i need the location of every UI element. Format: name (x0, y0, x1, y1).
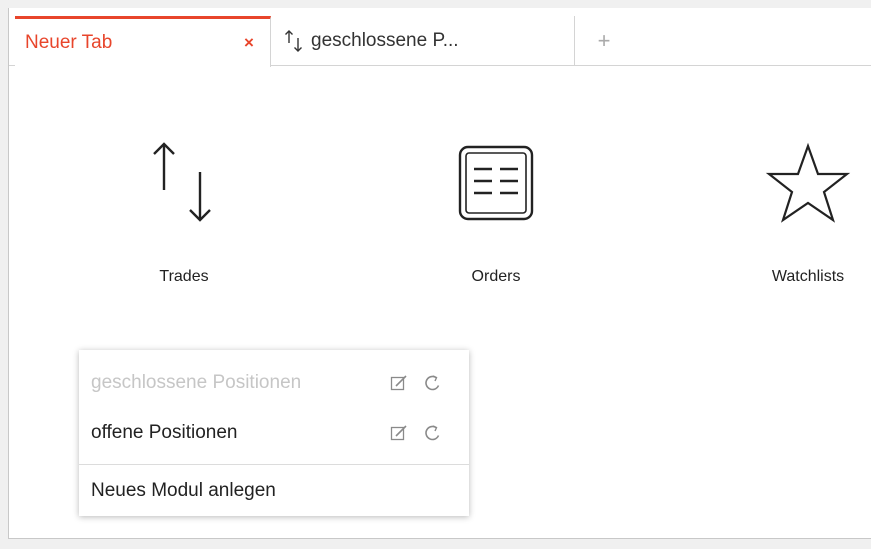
tab-bar: Neuer Tab × geschlossene P... + (9, 8, 871, 67)
menu-item-geschlossene-positionen[interactable]: geschlossene Positionen (79, 358, 469, 408)
tile-watchlists[interactable]: Watchlists (723, 128, 871, 308)
tab-neuer-tab[interactable]: Neuer Tab × (15, 16, 271, 67)
tile-label: Orders (471, 268, 521, 285)
edit-icon[interactable] (389, 373, 409, 393)
app-frame: Neuer Tab × geschlossene P... + Trades O… (8, 8, 871, 539)
menu-item-neues-modul-anlegen[interactable]: Neues Modul anlegen (79, 466, 469, 516)
refresh-icon[interactable] (423, 423, 443, 443)
up-down-arrows-icon (283, 29, 305, 53)
list-document-icon (446, 128, 546, 238)
tile-trades[interactable]: Trades (99, 128, 269, 308)
tab-geschlossene-positionen[interactable]: geschlossene P... (271, 16, 575, 66)
star-icon (758, 128, 858, 238)
tab-label: geschlossene P... (311, 30, 459, 51)
menu-item-label: Neues Modul anlegen (91, 480, 276, 501)
tile-orders[interactable]: Orders (411, 128, 581, 308)
menu-item-label: geschlossene Positionen (91, 372, 302, 393)
tile-label: Trades (159, 268, 209, 285)
tab-label: Neuer Tab (25, 32, 113, 53)
add-tab-button[interactable]: + (575, 16, 633, 66)
menu-item-offene-positionen[interactable]: offene Positionen (79, 408, 469, 458)
close-icon[interactable]: × (238, 32, 260, 54)
menu-divider (79, 464, 469, 465)
module-menu: geschlossene Positionen offene Positione… (79, 350, 469, 516)
edit-icon[interactable] (389, 423, 409, 443)
tile-label: Watchlists (771, 268, 845, 285)
up-down-arrows-icon (134, 128, 234, 238)
menu-item-actions (385, 423, 469, 443)
refresh-icon[interactable] (423, 373, 443, 393)
menu-item-label: offene Positionen (91, 422, 238, 443)
menu-item-actions (385, 373, 469, 393)
